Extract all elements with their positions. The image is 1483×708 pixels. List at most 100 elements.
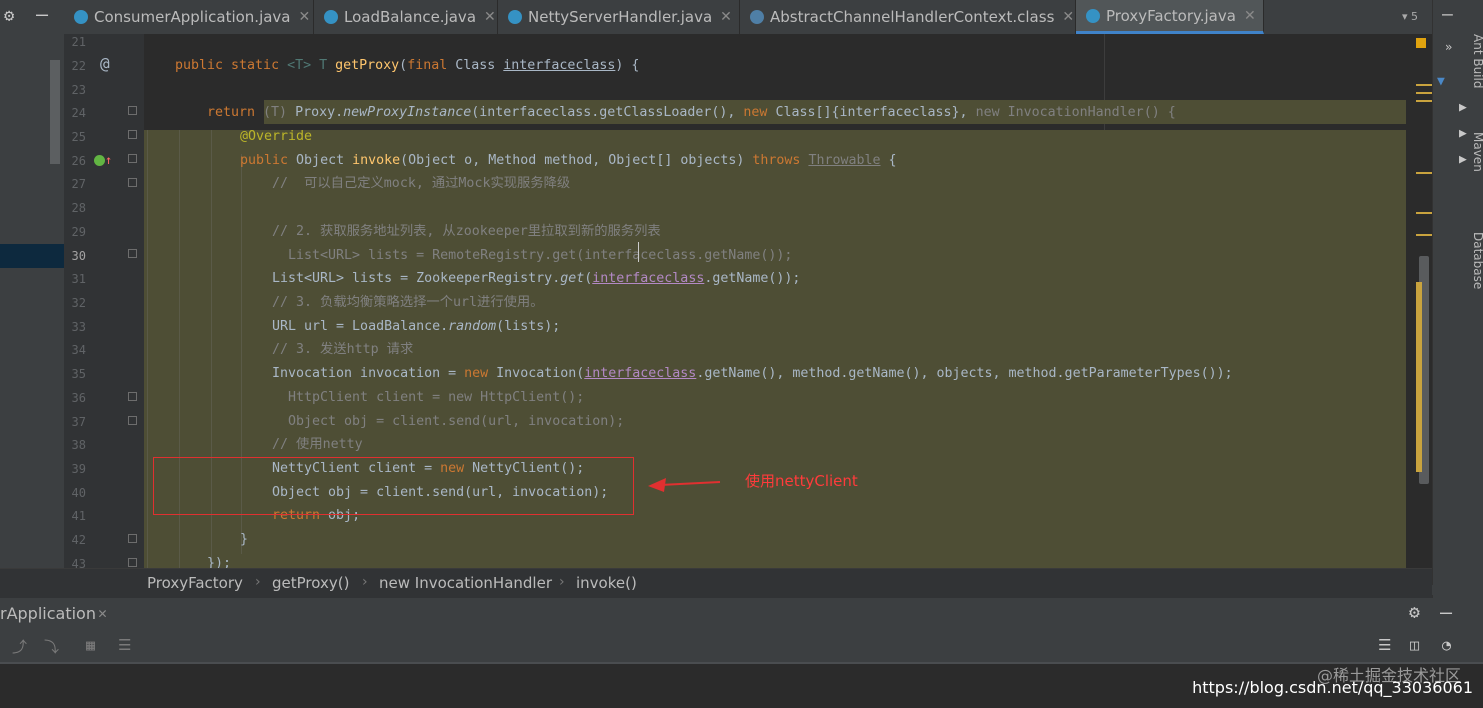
error-stripe[interactable]: [1406, 34, 1432, 568]
close-icon[interactable]: ✕: [484, 9, 496, 25]
list-icon[interactable]: ☰: [1378, 636, 1391, 654]
run-tab-title[interactable]: rApplication: [0, 604, 96, 623]
stripe-highlight: [1416, 282, 1422, 472]
gauge-icon[interactable]: ◔: [1442, 636, 1451, 654]
table-icon[interactable]: ▦: [86, 636, 95, 654]
triangle-right-icon[interactable]: ▶: [1459, 152, 1467, 167]
fold-icon[interactable]: [128, 416, 137, 425]
line-number: 39: [71, 462, 86, 476]
code-text: List<URL> lists = ZookeeperRegistry.: [272, 271, 561, 286]
breadcrumb-item[interactable]: new InvocationHandler: [379, 574, 552, 592]
ant-build-tool[interactable]: Ant Build: [1471, 34, 1483, 88]
code-line-42: }: [240, 532, 249, 547]
project-selected-row[interactable]: [0, 244, 64, 268]
code-line-33: URL url = LoadBalance.random(lists);: [272, 315, 560, 339]
fold-icon[interactable]: [128, 178, 137, 187]
fold-icon[interactable]: [128, 534, 137, 543]
line-number: 42: [71, 533, 86, 547]
line-number: 43: [71, 557, 86, 568]
line-number: 41: [71, 509, 86, 523]
method-name: invoke: [352, 153, 401, 168]
maven-tool[interactable]: Maven: [1471, 132, 1483, 172]
close-icon[interactable]: ✕: [1062, 9, 1074, 25]
indent-guide: [147, 130, 148, 568]
triangle-right-icon[interactable]: ▶: [1459, 100, 1467, 115]
java-class-icon: [508, 10, 522, 24]
gear-icon[interactable]: ⚙: [4, 6, 14, 26]
project-panel-header: ⚙ —: [0, 0, 64, 34]
at-icon[interactable]: @: [100, 52, 110, 76]
line-number: 22: [71, 59, 86, 73]
code-text: {: [880, 153, 897, 168]
close-icon[interactable]: ✕: [299, 9, 311, 25]
line-number: 24: [71, 106, 86, 120]
close-icon[interactable]: ✕: [1244, 8, 1256, 24]
minimize-icon[interactable]: —: [36, 4, 48, 24]
tab-proxy-factory[interactable]: ProxyFactory.java ✕: [1076, 0, 1264, 34]
java-class-icon: [324, 10, 338, 24]
tab-load-balance[interactable]: LoadBalance.java ✕: [314, 0, 498, 34]
code-text: (Object o, Method method, Object[] objec…: [400, 153, 753, 168]
close-icon[interactable]: ✕: [720, 9, 732, 25]
line-number-current: 30: [71, 249, 86, 263]
line-number: 31: [71, 272, 86, 286]
fold-icon[interactable]: [128, 558, 137, 567]
fold-icon[interactable]: [128, 392, 137, 401]
project-scrollbar[interactable]: [50, 60, 60, 164]
method-name: random: [448, 319, 497, 334]
line-number: 37: [71, 415, 86, 429]
database-tool[interactable]: Database: [1471, 232, 1483, 289]
code-line-35: Invocation invocation = new Invocation(i…: [272, 362, 1233, 386]
cast: (T): [263, 105, 296, 120]
code-text: Proxy.: [295, 105, 344, 120]
param-name: interfaceclass: [592, 271, 705, 286]
minimize-icon[interactable]: —: [1442, 4, 1453, 25]
code-text: Object: [296, 153, 353, 168]
line-number: 33: [71, 320, 86, 334]
tab-label: ConsumerApplication.java: [94, 8, 291, 26]
expand-icon[interactable]: »: [1445, 40, 1452, 54]
gear-icon[interactable]: ⚙: [1409, 602, 1420, 623]
layout-icon[interactable]: ◫: [1410, 636, 1419, 654]
code-line-34: // 3. 发送http 请求: [272, 342, 414, 357]
line-number: 28: [71, 201, 86, 215]
fold-icon[interactable]: [128, 154, 137, 163]
watermark-line2: https://blog.csdn.net/qq_33036061: [1192, 678, 1473, 697]
minimize-icon[interactable]: —: [1440, 600, 1452, 624]
code-line-24: return (T) Proxy.newProxyInstance(interf…: [207, 101, 1176, 125]
line-number: 27: [71, 177, 86, 191]
tab-netty-server-handler[interactable]: NettyServerHandler.java ✕: [498, 0, 740, 34]
line-number: 35: [71, 367, 86, 381]
tab-overflow-menu[interactable]: ▾ 5: [1402, 10, 1418, 23]
breadcrumb-item[interactable]: invoke(): [576, 574, 637, 592]
breadcrumb-item[interactable]: ProxyFactory: [147, 574, 243, 592]
code-text: Class[]{interfaceclass},: [775, 105, 976, 120]
horizontal-scroll-corner: [1432, 585, 1483, 595]
run-panel-header: rApplication ✕ ⚙ —: [0, 598, 1483, 629]
code-text: (: [399, 58, 408, 73]
restore-icon[interactable]: ⤴: [12, 636, 27, 657]
method-name: get: [560, 271, 585, 286]
keyword: return: [207, 105, 264, 120]
breadcrumb-item[interactable]: getProxy(): [272, 574, 349, 592]
tab-abstract-channel-handler-context[interactable]: AbstractChannelHandlerContext.class ✕: [740, 0, 1076, 34]
code-text: Invocation invocation =: [272, 366, 465, 381]
fold-icon[interactable]: [128, 130, 137, 139]
sort-icon[interactable]: ☰: [118, 636, 131, 654]
code-text: ) {: [615, 58, 640, 73]
fold-icon[interactable]: [128, 106, 137, 115]
triangle-down-icon[interactable]: ▼: [1437, 74, 1445, 89]
code-text: Class: [455, 58, 504, 73]
close-icon[interactable]: ✕: [98, 604, 107, 622]
code-line-36: HttpClient client = new HttpClient();: [272, 390, 585, 405]
implements-method-icon[interactable]: ↑: [94, 148, 112, 172]
stripe-mark: [1416, 212, 1432, 214]
text-caret: [638, 242, 639, 262]
breadcrumb-separator: ›: [362, 574, 368, 590]
tab-consumer-application[interactable]: ConsumerApplication.java ✕: [64, 0, 314, 34]
fold-icon[interactable]: [128, 249, 137, 258]
code-text: .getName(), method.getName(), objects, m…: [696, 366, 1233, 381]
warning-indicator-icon[interactable]: [1416, 38, 1426, 48]
triangle-right-icon[interactable]: ▶: [1459, 126, 1467, 141]
export-icon[interactable]: ⤵: [44, 636, 59, 657]
